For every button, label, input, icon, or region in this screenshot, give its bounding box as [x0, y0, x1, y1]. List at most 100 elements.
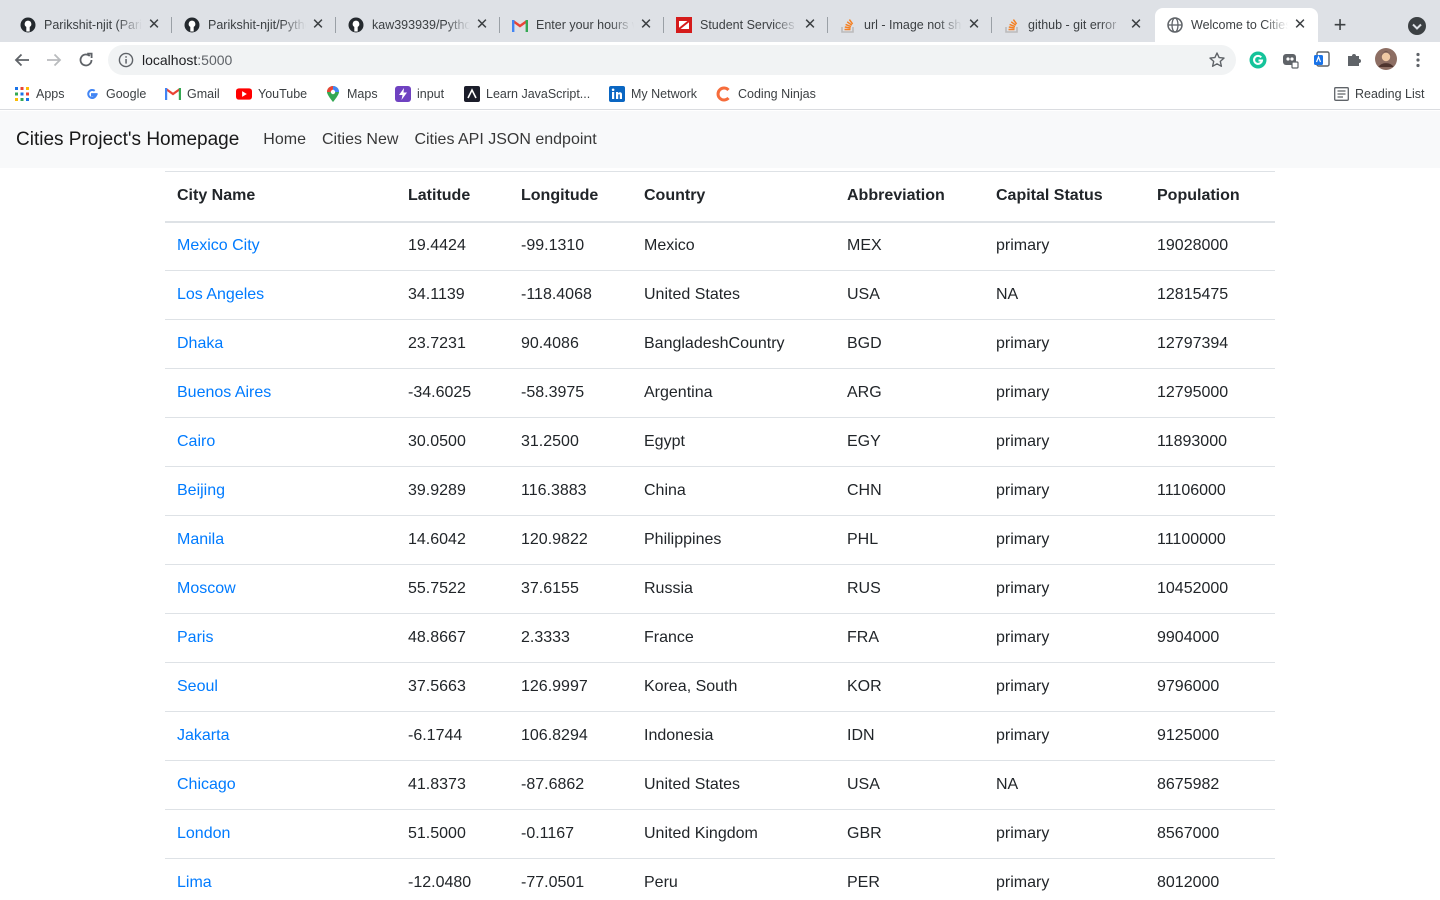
browser-tab[interactable]: Student Services ✕	[664, 8, 828, 42]
latitude-cell: 55.7522	[408, 580, 466, 597]
city-link[interactable]: London	[177, 825, 230, 842]
close-icon[interactable]: ✕	[1128, 17, 1144, 33]
bookmark-coding-ninjas[interactable]: Coding Ninjas	[716, 85, 816, 103]
table-cell: 116.3883	[509, 466, 632, 516]
reload-button[interactable]	[72, 46, 100, 74]
profile-avatar[interactable]	[1375, 48, 1397, 70]
table-cell: 2.3333	[509, 613, 632, 663]
table-row: London 51.5000 -0.1167 United Kingdom GBR pri…	[165, 809, 1275, 859]
city-link[interactable]: Jakarta	[177, 727, 229, 744]
table-row: Los Angeles 34.1139 -118.4068 United States…	[165, 270, 1275, 320]
bookmark-input[interactable]: input	[395, 85, 444, 103]
maps-pin-icon	[325, 86, 341, 102]
table-cell: KOR	[835, 662, 984, 712]
city-link[interactable]: Chicago	[177, 776, 236, 793]
city-link[interactable]: Seoul	[177, 678, 218, 695]
extension-icon[interactable]	[1281, 51, 1299, 69]
tab-title: Parikshit-njit/Python-Project	[208, 18, 306, 32]
back-button[interactable]	[8, 46, 36, 74]
latitude-cell: 39.9289	[408, 482, 466, 499]
table-cell: BGD	[835, 319, 984, 369]
coding-ninjas-icon	[716, 86, 732, 102]
city-link[interactable]: Cairo	[177, 433, 215, 450]
learn-javascript-icon	[464, 86, 480, 102]
stackoverflow-icon	[840, 17, 856, 33]
capital-status-cell: primary	[996, 580, 1050, 597]
longitude-cell: -0.1167	[521, 825, 575, 842]
city-link[interactable]: Manila	[177, 531, 224, 548]
table-cell: 51.5000	[396, 809, 509, 859]
table-cell: primary	[984, 466, 1145, 516]
browser-tab[interactable]: Parikshit-njit/Python-Project ✕	[172, 8, 336, 42]
city-link[interactable]: Paris	[177, 629, 213, 646]
close-icon[interactable]: ✕	[1292, 17, 1308, 33]
tab-strip: Parikshit-njit (Parikshit-njit) ✕ Pariks…	[0, 0, 1440, 42]
header-capital-status: Capital Status	[984, 171, 1145, 223]
abbreviation-cell: MEX	[847, 237, 882, 255]
city-link[interactable]: Buenos Aires	[177, 384, 271, 401]
table-cell: FRA	[835, 613, 984, 663]
close-icon[interactable]: ✕	[638, 17, 654, 33]
grammarly-icon[interactable]	[1249, 51, 1267, 69]
longitude-cell: -99.1310	[521, 237, 585, 255]
header-longitude: Longitude	[509, 171, 632, 223]
forward-button[interactable]	[40, 46, 68, 74]
bookmark-gmail[interactable]: Gmail	[165, 85, 220, 103]
tab-search-icon[interactable]	[1405, 14, 1429, 38]
country-cell: Egypt	[644, 433, 685, 450]
address-bar[interactable]: localhost:5000	[108, 45, 1236, 75]
city-link[interactable]: Moscow	[177, 580, 236, 597]
table-cell: 8012000	[1145, 858, 1275, 900]
table-cell: primary	[984, 809, 1145, 859]
nav-link-cities-new[interactable]: Cities New	[322, 131, 398, 149]
table-cell: France	[632, 613, 835, 663]
city-link[interactable]: Mexico City	[177, 237, 260, 254]
bookmark-apps[interactable]: Apps	[14, 85, 65, 103]
city-link[interactable]: Beijing	[177, 482, 225, 499]
table-cell: 8675982	[1145, 760, 1275, 810]
abbreviation-cell: GBR	[847, 825, 882, 842]
bookmark-learn-javascript[interactable]: Learn JavaScript...	[464, 85, 590, 103]
reading-list-button[interactable]: Reading List	[1333, 85, 1425, 103]
bookmark-my-network[interactable]: My Network	[609, 85, 697, 103]
github-icon	[184, 17, 200, 33]
extensions-puzzle-icon[interactable]	[1345, 51, 1363, 69]
new-tab-button[interactable]: +	[1326, 12, 1354, 40]
nav-link-home[interactable]: Home	[263, 131, 306, 149]
header-population: Population	[1145, 171, 1275, 223]
close-icon[interactable]: ✕	[146, 17, 162, 33]
close-icon[interactable]: ✕	[966, 17, 982, 33]
translate-extension-icon[interactable]	[1313, 51, 1331, 69]
city-link[interactable]: Los Angeles	[177, 286, 264, 303]
bookmark-maps[interactable]: Maps	[325, 85, 378, 103]
close-icon[interactable]: ✕	[310, 17, 326, 33]
browser-tab[interactable]: url - Image not showing ✕	[828, 8, 992, 42]
browser-tab-active[interactable]: Welcome to Cities ✕	[1155, 8, 1318, 42]
navbar-brand[interactable]: Cities Project's Homepage	[16, 129, 239, 151]
close-icon[interactable]: ✕	[474, 17, 490, 33]
table-cell: USA	[835, 760, 984, 810]
site-info-icon[interactable]	[118, 52, 134, 68]
browser-menu-icon[interactable]	[1409, 51, 1427, 69]
city-link[interactable]: Dhaka	[177, 335, 223, 352]
bookmark-google[interactable]: Google	[84, 85, 146, 103]
browser-tab[interactable]: github - git error ✕	[992, 8, 1154, 42]
bookmark-youtube[interactable]: YouTube	[236, 85, 307, 103]
country-cell: Argentina	[644, 384, 713, 401]
table-cell: RUS	[835, 564, 984, 614]
table-cell: Paris	[165, 613, 396, 663]
country-cell: Indonesia	[644, 727, 714, 744]
back-arrow-icon	[14, 53, 29, 67]
browser-tab[interactable]: Enter your hours worked ✕	[500, 8, 664, 42]
bookmark-star-icon[interactable]	[1208, 51, 1226, 69]
github-icon	[348, 17, 364, 33]
table-cell: -77.0501	[509, 858, 632, 900]
nav-link-cities-api[interactable]: Cities API JSON endpoint	[414, 131, 596, 149]
city-link[interactable]: Lima	[177, 874, 212, 891]
gmail-icon	[165, 86, 181, 102]
browser-tab[interactable]: kaw393939/Python ✕	[336, 8, 500, 42]
cities-table-container: City Name Latitude Longitude Country Abb…	[165, 171, 1275, 900]
latitude-cell: 48.8667	[408, 629, 466, 646]
browser-tab[interactable]: Parikshit-njit (Parikshit-njit) ✕	[8, 8, 172, 42]
close-icon[interactable]: ✕	[802, 17, 818, 33]
